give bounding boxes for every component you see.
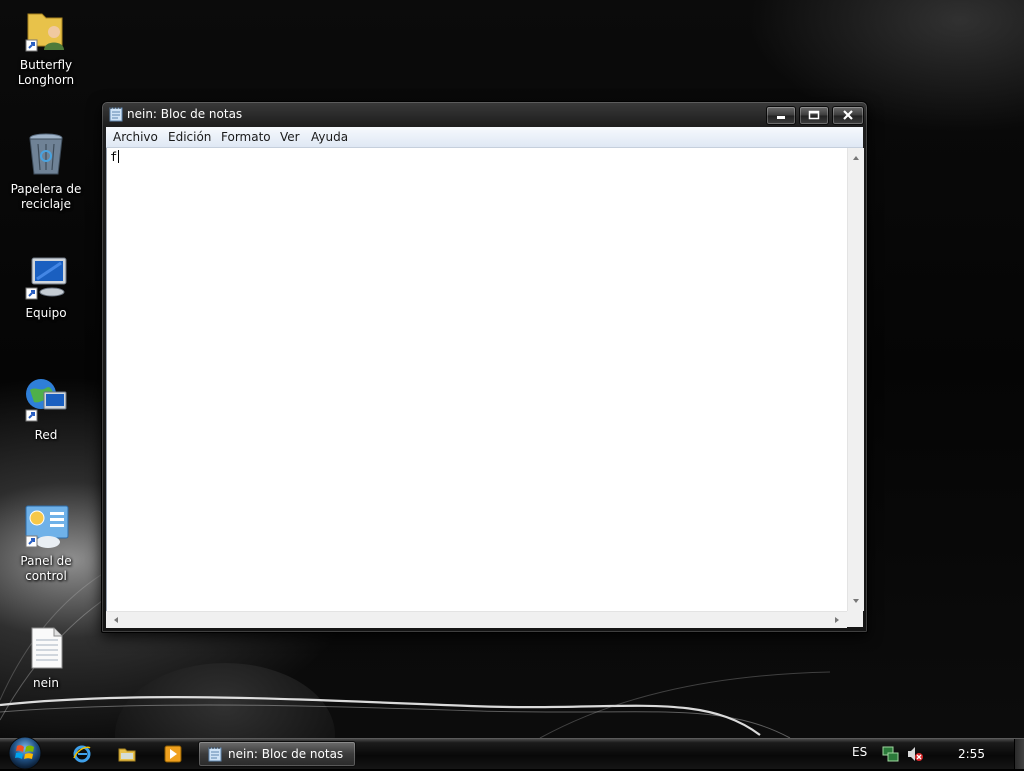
scroll-down-icon[interactable] <box>848 593 864 609</box>
menu-bar: Archivo Edición Formato Ver Ayuda <box>106 127 863 148</box>
close-button[interactable] <box>832 106 864 125</box>
notepad-window[interactable]: nein: Bloc de notas Archivo Edición Form… <box>101 101 868 633</box>
vertical-scrollbar[interactable] <box>847 148 864 611</box>
network-icon <box>25 379 67 422</box>
control-panel-icon <box>25 505 69 548</box>
taskbar: nein: Bloc de notas ES 2:55 <box>0 735 1024 771</box>
user-folder-icon <box>25 13 64 52</box>
menu-formato[interactable]: Formato <box>219 130 273 144</box>
start-button[interactable] <box>5 735 45 771</box>
menu-ayuda[interactable]: Ayuda <box>309 130 350 144</box>
maximize-button[interactable] <box>799 106 829 125</box>
minimize-button[interactable] <box>766 106 796 125</box>
text-file-icon <box>31 627 63 669</box>
title-bar[interactable]: nein: Bloc de notas <box>102 102 867 126</box>
internet-explorer-icon[interactable] <box>72 744 92 764</box>
desktop-icon-label: Red <box>34 428 58 442</box>
media-player-icon[interactable] <box>163 744 183 764</box>
scroll-up-icon[interactable] <box>848 150 864 166</box>
notepad-icon <box>208 747 222 762</box>
text-editor[interactable]: f <box>106 148 848 611</box>
desktop-icon-network[interactable]: Red <box>0 376 92 443</box>
desktop-icon-recycle-bin[interactable]: Papelera de reciclaje <box>0 130 92 212</box>
desktop-icon-label: Equipo <box>25 306 67 320</box>
menu-archivo[interactable]: Archivo <box>111 130 160 144</box>
menu-ver[interactable]: Ver <box>278 130 302 144</box>
close-icon <box>843 110 853 120</box>
taskbar-button-label: nein: Bloc de notas <box>228 747 344 761</box>
scroll-left-icon[interactable] <box>108 612 124 628</box>
volume-muted-icon[interactable] <box>906 745 924 763</box>
language-indicator[interactable]: ES <box>852 745 867 759</box>
taskbar-button-notepad[interactable]: nein: Bloc de notas <box>198 741 356 767</box>
document-text: f <box>110 150 118 164</box>
desktop-icon-label: Papelera de reciclaje <box>10 182 82 211</box>
desktop-icon-control-panel[interactable]: Panel de control <box>0 502 92 584</box>
desktop-icon-butterfly-longhorn[interactable]: Butterfly Longhorn <box>0 6 92 88</box>
desktop-icon-nein[interactable]: nein <box>0 624 92 691</box>
show-desktop-button[interactable] <box>1014 739 1024 769</box>
desktop[interactable]: Butterfly Longhorn Papelera de reciclaje… <box>0 0 1024 738</box>
computer-icon <box>25 257 67 300</box>
minimize-icon <box>777 116 785 119</box>
size-grip[interactable] <box>847 611 863 627</box>
desktop-icon-label: Panel de control <box>20 554 72 583</box>
clock[interactable]: 2:55 <box>958 747 985 761</box>
folder-icon[interactable] <box>117 744 137 764</box>
scroll-right-icon[interactable] <box>829 612 845 628</box>
notepad-icon <box>109 107 123 122</box>
desktop-icon-label: Butterfly Longhorn <box>17 58 75 87</box>
window-title: nein: Bloc de notas <box>127 107 243 121</box>
desktop-icon-computer[interactable]: Equipo <box>0 254 92 321</box>
text-caret <box>118 150 120 163</box>
horizontal-scrollbar[interactable] <box>106 611 847 628</box>
menu-edicion[interactable]: Edición <box>166 130 213 144</box>
desktop-icon-label: nein <box>33 676 59 690</box>
network-status-icon[interactable] <box>882 745 900 763</box>
recycle-bin-icon <box>29 133 63 175</box>
text-content[interactable]: f <box>110 150 120 164</box>
maximize-icon <box>808 110 820 120</box>
